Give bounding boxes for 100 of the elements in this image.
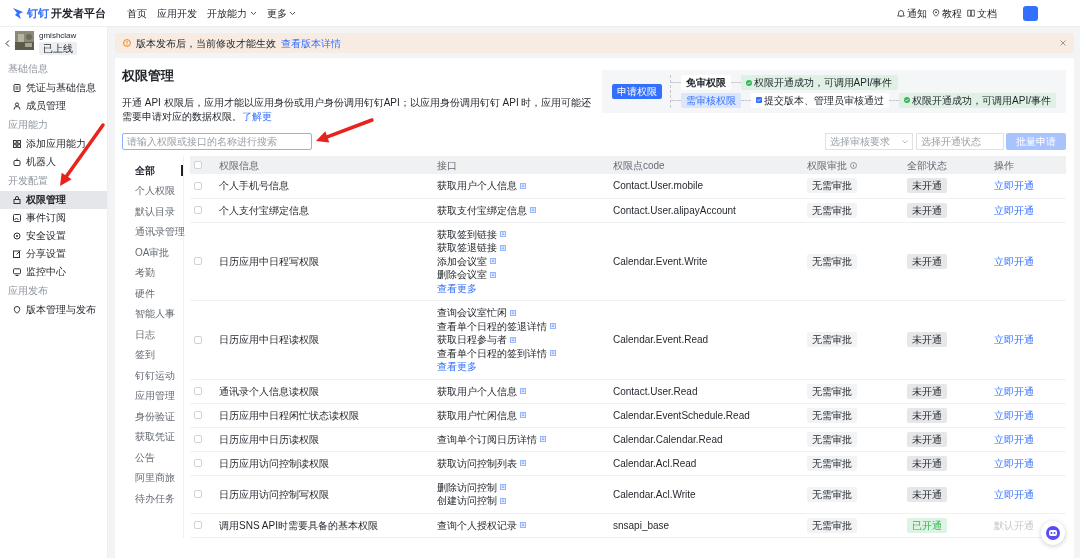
open-link[interactable]: 立即开通 (994, 180, 1034, 192)
edit-icon (13, 249, 21, 258)
robot-icon (13, 157, 21, 166)
category-tab[interactable]: 签到 (122, 344, 183, 365)
nav-link-item[interactable]: 更多 (266, 5, 296, 21)
sidebar-item[interactable]: 监控中心 (0, 262, 107, 281)
open-link[interactable]: 立即开通 (994, 204, 1034, 216)
toolbar-link[interactable]: 通知 (897, 5, 927, 21)
sidebar-item[interactable]: 分享设置 (0, 244, 107, 263)
notice-link[interactable]: 查看版本详情 (281, 35, 341, 51)
api-name: 查询单个订阅日历详情 (437, 432, 537, 446)
check-icon (745, 79, 752, 86)
checkbox-icon (755, 97, 762, 103)
close-icon[interactable] (1060, 40, 1066, 46)
checkbox[interactable] (194, 335, 202, 344)
open-link[interactable]: 立即开通 (994, 334, 1034, 346)
document-icon (510, 309, 516, 316)
open-link[interactable]: 立即开通 (994, 488, 1034, 500)
sidebar-item[interactable]: 版本管理与发布 (0, 300, 107, 319)
sidebar-group-title: 应用发布 (7, 283, 49, 298)
api-name: 添加会议室 (437, 254, 487, 268)
open-link[interactable]: 立即开通 (994, 255, 1034, 267)
checkbox[interactable] (194, 257, 202, 266)
open-link[interactable]: 立即开通 (994, 409, 1034, 421)
category-tab[interactable]: OA审批 (122, 242, 183, 263)
approval-tag: 无需审批 (807, 517, 857, 533)
status-tag: 未开通 (907, 486, 947, 502)
checkbox[interactable] (194, 161, 202, 169)
approval-tag: 无需审批 (807, 486, 857, 502)
check-icon (904, 97, 911, 103)
document-icon (520, 388, 526, 394)
monitor-icon (13, 267, 21, 276)
approval-tag: 无需审批 (807, 407, 857, 423)
learn-more-link[interactable]: 了解更 (242, 111, 272, 122)
checkbox[interactable] (194, 490, 202, 498)
person-icon (13, 101, 21, 110)
checkbox[interactable] (194, 411, 202, 419)
sidebar-item[interactable]: 成员管理 (0, 96, 107, 115)
sidebar-item[interactable]: 凭证与基础信息 (0, 78, 107, 97)
document-icon (550, 350, 556, 357)
sidebar-item[interactable]: 事件订阅 (0, 208, 107, 227)
checkbox[interactable] (194, 521, 202, 529)
document-icon (490, 271, 496, 278)
category-tab[interactable]: 阿里商旅 (122, 467, 183, 488)
sidebar-item[interactable]: 安全设置 (0, 226, 107, 245)
sidebar-item[interactable]: 权限管理 (0, 190, 107, 209)
api-name: 获取支付宝绑定信息 (437, 203, 527, 217)
permission-code: Contact.User.alipayAccount (613, 204, 736, 216)
permission-code: snsapi_base (613, 519, 670, 531)
nav-link-item[interactable]: 应用开发 (157, 5, 197, 21)
permission-name: 日历应用中日历读权限 (219, 433, 319, 445)
user-avatar[interactable] (1023, 5, 1038, 21)
open-link[interactable]: 立即开通 (994, 433, 1034, 445)
column-header: 全部状态 (907, 159, 947, 171)
permission-code: Calendar.Acl.Read (613, 457, 697, 469)
category-tab[interactable]: 智能人事 (122, 303, 183, 324)
page-title: 权限管理 (122, 68, 175, 84)
checkbox[interactable] (194, 206, 202, 214)
category-tab[interactable]: 全部 (122, 160, 183, 181)
approval-tag: 无需审批 (807, 253, 857, 269)
app-name: gmishclaw (39, 31, 77, 41)
view-more-link[interactable]: 查看更多 (437, 360, 477, 374)
category-tab[interactable]: 日志 (122, 324, 183, 345)
category-tab[interactable]: 获取凭证 (122, 426, 183, 447)
back-icon[interactable] (5, 40, 10, 47)
category-tab[interactable]: 硬件 (122, 283, 183, 304)
category-tab[interactable]: 公告 (122, 447, 183, 468)
column-header: 接口 (437, 159, 457, 171)
permission-name: 调用SNS API时需要具备的基本权限 (219, 519, 378, 531)
sidebar-item[interactable]: 添加应用能力 (0, 134, 107, 153)
view-more-link[interactable]: 查看更多 (437, 281, 477, 295)
api-name: 获取访问控制列表 (437, 456, 517, 470)
document-icon (13, 83, 21, 92)
permission-code: Calendar.Calendar.Read (613, 433, 723, 445)
checkbox[interactable] (194, 459, 202, 467)
checkbox[interactable] (194, 435, 202, 443)
checkbox[interactable] (194, 181, 202, 190)
sidebar-item[interactable]: 机器人 (0, 152, 107, 171)
category-tab[interactable]: 通讯录管理 (122, 221, 183, 242)
category-tab[interactable]: 钉钉运动 (122, 365, 183, 386)
search-field[interactable]: 请输入权限或接口的名称进行搜索 (122, 133, 312, 150)
category-tab[interactable]: 待办任务 (122, 488, 183, 509)
category-tab[interactable]: 应用管理 (122, 385, 183, 406)
open-link[interactable]: 立即开通 (994, 457, 1034, 469)
category-tab[interactable]: 考勤 (122, 262, 183, 283)
nav-link-item[interactable]: 开放能力 (207, 5, 257, 21)
api-name: 获取用户个人信息 (437, 384, 517, 398)
open-link[interactable]: 立即开通 (994, 385, 1034, 397)
document-icon (500, 497, 506, 504)
nav-link-item[interactable]: 首页 (127, 5, 147, 21)
category-tab[interactable]: 个人权限 (122, 180, 183, 201)
checkbox[interactable] (194, 387, 202, 395)
toolbar-link[interactable]: 文档 (967, 5, 997, 21)
category-tab[interactable]: 默认目录 (122, 201, 183, 222)
approval-tag: 无需审批 (807, 431, 857, 447)
category-tab[interactable]: 身份验证 (122, 406, 183, 427)
toolbar-link[interactable]: 教程 (932, 5, 962, 21)
api-name: 获取用户忙闲信息 (437, 408, 517, 422)
caret-icon (249, 10, 257, 16)
info-icon (123, 39, 131, 47)
